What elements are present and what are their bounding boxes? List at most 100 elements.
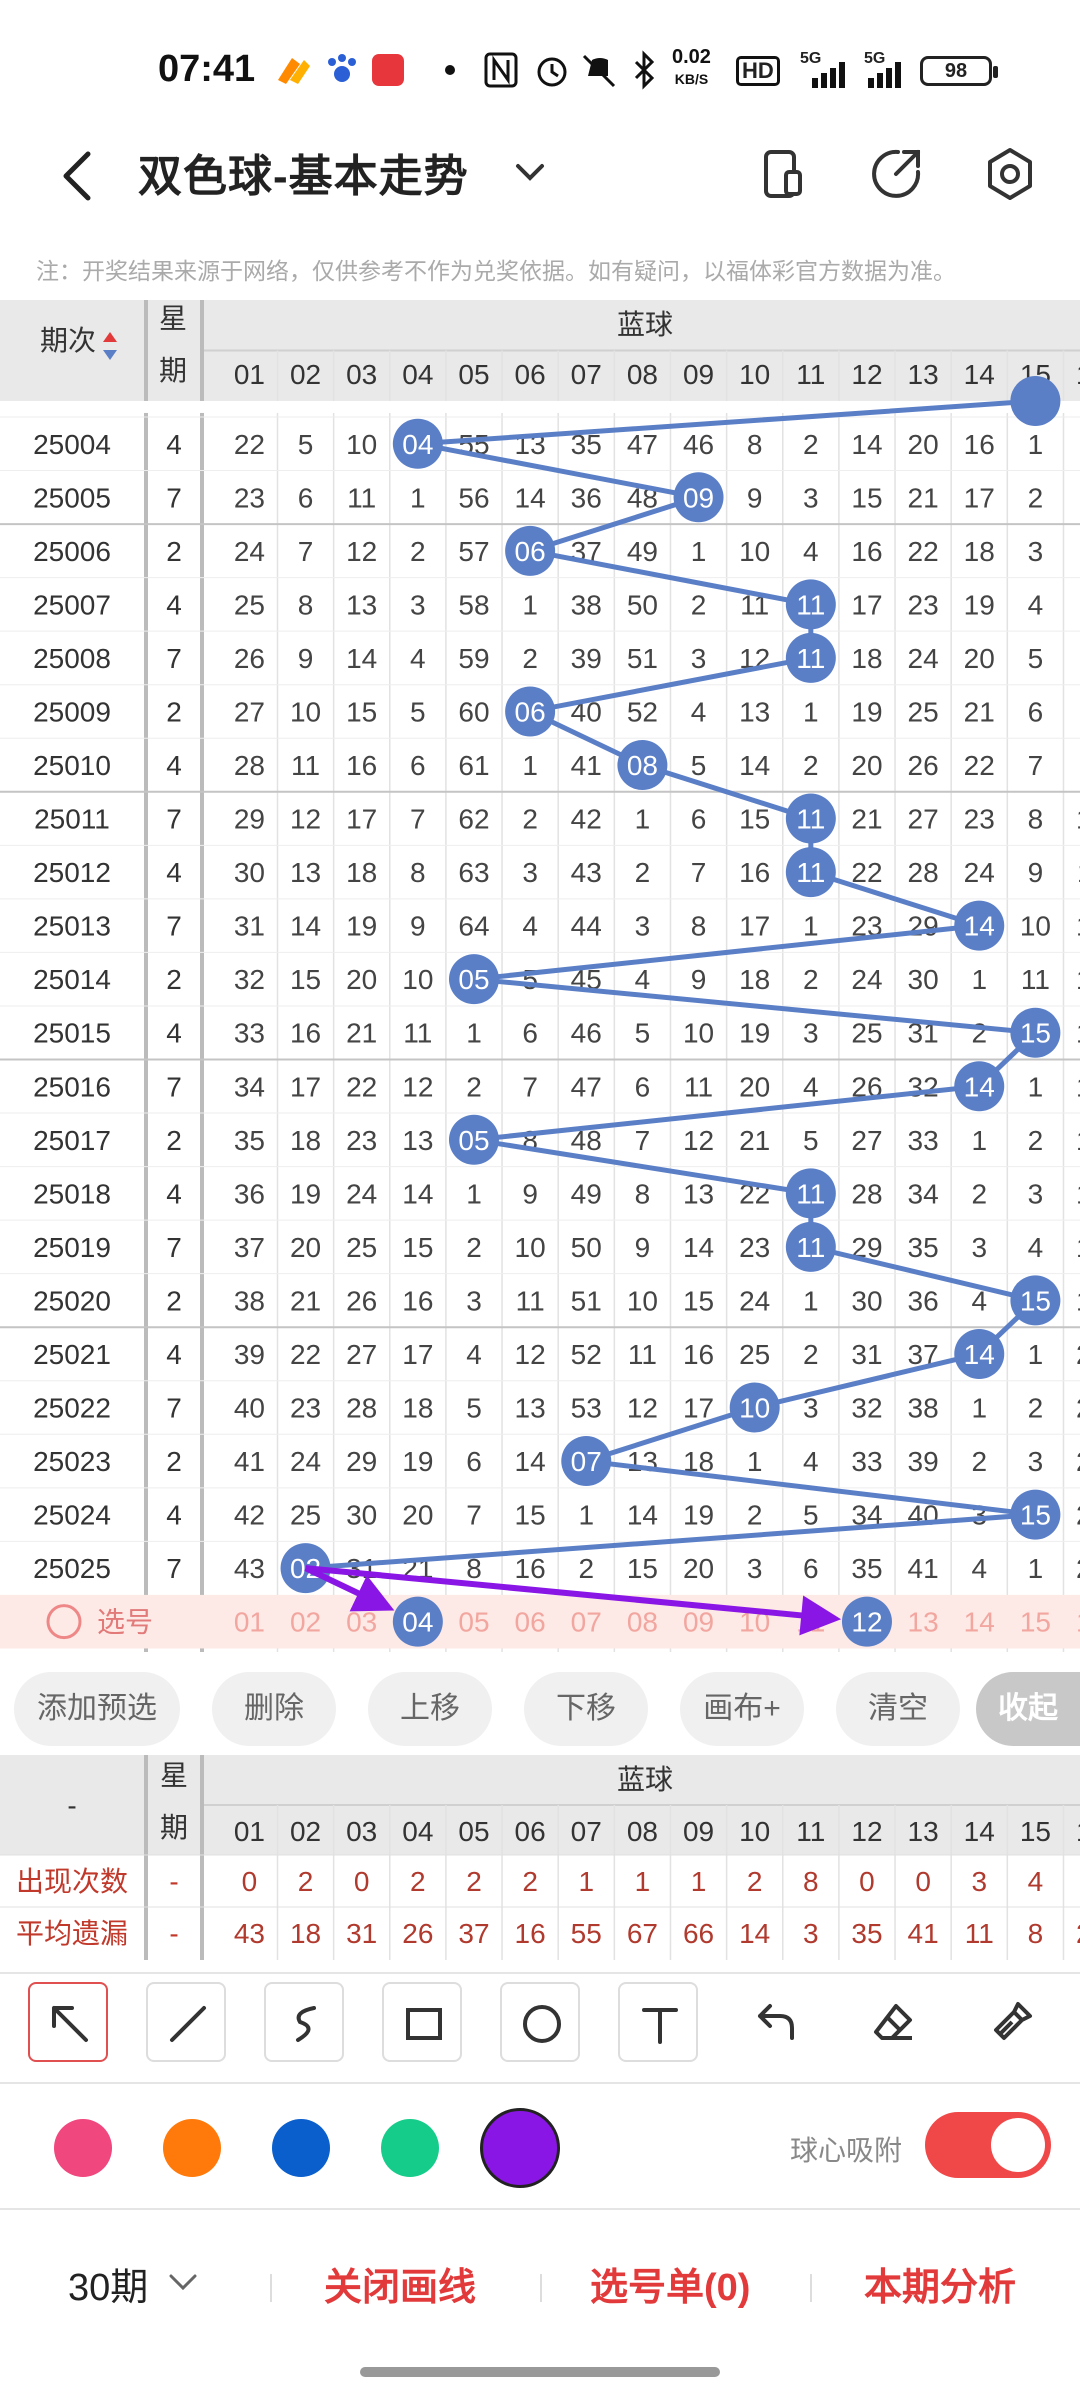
period-cell[interactable]: 25022 [33,1393,111,1424]
pick-number[interactable]: 07 [571,1607,602,1638]
period-cell[interactable]: 25016 [33,1071,111,1102]
arrow-tool-button[interactable] [28,1982,108,2062]
period-cell[interactable]: 25025 [33,1553,111,1584]
period-cell[interactable]: 25009 [33,696,111,727]
curve-tool-button[interactable] [264,1982,344,2062]
miss-count-cell: 41 [908,1553,939,1584]
stats-value-cell: 26 [402,1918,433,1949]
period-cell[interactable]: 25011 [34,804,110,835]
hit-ball-number: 09 [683,482,714,513]
add-preselect-button[interactable]: 添加预选 [14,1672,180,1746]
pick-number[interactable]: 03 [346,1607,377,1638]
eraser-button[interactable] [854,1982,934,2062]
week-cell: 2 [166,536,182,567]
period-cell[interactable]: 25008 [33,643,111,674]
color-swatch-purple-selected[interactable] [480,2108,560,2188]
settings-icon[interactable] [980,144,1040,204]
color-swatch-blue[interactable] [272,2119,330,2177]
miss-count-cell: 27 [908,804,939,835]
miss-count-cell: 20 [1076,1339,1080,1370]
period-cell[interactable]: 25018 [33,1178,111,1209]
period-cell[interactable]: 25020 [33,1285,111,1316]
chevron-down-icon[interactable] [165,2268,201,2298]
share-icon[interactable] [866,144,926,204]
week-cell: 2 [166,964,182,995]
pick-ball-number[interactable]: 04 [402,1607,433,1638]
period-cell[interactable]: 25007 [33,589,111,620]
home-indicator[interactable] [360,2367,720,2377]
ball-snap-toggle[interactable] [925,2112,1051,2178]
period-analysis-button[interactable]: 本期分析 [864,2256,1016,2311]
period-cell[interactable]: 25017 [33,1125,111,1156]
pick-row-label[interactable]: 选号 [97,1607,153,1638]
chevron-down-icon[interactable] [510,152,550,192]
pick-number[interactable]: 09 [683,1607,714,1638]
stats-number-header-11: 11 [796,1816,825,1847]
delete-button[interactable]: 删除 [212,1672,336,1746]
close-drawing-button[interactable]: 关闭画线 [324,2256,476,2311]
pick-number[interactable]: 15 [1020,1607,1051,1638]
period-cell[interactable]: 25013 [33,911,111,942]
miss-count-cell: 22 [1076,1446,1080,1477]
miss-count-cell: 17 [683,1393,714,1424]
period-cell[interactable]: 25021 [33,1339,111,1370]
miss-count-cell: 25 [739,1339,770,1370]
phone-layout-icon[interactable] [752,144,812,204]
text-tool-button[interactable] [618,1982,698,2062]
pick-number[interactable]: 14 [964,1607,995,1638]
hit-ball[interactable] [1010,376,1061,426]
pick-number[interactable]: 13 [908,1607,939,1638]
miss-count-cell: 24 [964,857,995,888]
period-cell[interactable]: 25010 [33,750,111,781]
miss-count-cell: 36 [908,1285,939,1316]
period-cell[interactable]: 25005 [33,482,111,513]
period-cell[interactable]: 25006 [33,536,111,567]
pick-ball-number[interactable]: 12 [851,1607,882,1638]
miss-count-cell: 49 [571,1178,602,1209]
miss-count-cell: 1 [803,1285,819,1316]
miss-count-cell: 24 [234,536,265,567]
page-title[interactable]: 双色球-基本走势 [138,140,469,204]
trend-table[interactable]: 期次星期蓝球0102030405060708091011121314151625… [0,300,1080,1652]
pick-list-button[interactable]: 选号单(0) [590,2256,750,2311]
collapse-button[interactable]: 收起 [976,1672,1080,1746]
pick-number[interactable]: 05 [458,1607,489,1638]
color-swatch-orange[interactable] [163,2119,221,2177]
move-down-button[interactable]: 下移 [524,1672,648,1746]
line-tool-button[interactable] [146,1982,226,2062]
miss-count-cell: 10 [1076,804,1080,835]
move-up-button[interactable]: 上移 [368,1672,492,1746]
stats-number-header-02: 02 [290,1816,321,1847]
period-cell[interactable]: 25015 [33,1018,111,1049]
pick-number[interactable]: 08 [627,1607,658,1638]
miss-count-cell: 8 [747,429,763,460]
miss-count-cell: 31 [346,1553,377,1584]
rect-tool-button[interactable] [382,1982,462,2062]
stats-value-cell: 35 [851,1918,882,1949]
color-swatch-green[interactable] [381,2119,439,2177]
period-column-header[interactable]: 期次 [40,325,96,356]
circle-tool-button[interactable] [500,1982,580,2062]
stats-value-cell: 8 [1028,1918,1044,1949]
period-cell[interactable]: 25019 [33,1232,111,1263]
miss-count-cell: 11 [628,1339,657,1370]
pick-number[interactable]: 06 [515,1607,546,1638]
clear-brush-button[interactable] [972,1982,1052,2062]
stats-row-label: 平均遗漏 [16,1918,128,1949]
hit-ball-number: 14 [964,1071,995,1102]
clear-button[interactable]: 清空 [836,1672,960,1746]
pick-number[interactable]: 02 [290,1607,321,1638]
pick-number[interactable]: 01 [234,1607,265,1638]
color-swatch-pink[interactable] [54,2119,112,2177]
back-icon[interactable] [50,140,110,210]
period-cell[interactable]: 25024 [33,1500,111,1531]
circle-tool-icon [523,2005,561,2043]
period-cell[interactable]: 25012 [33,857,111,888]
period-selector[interactable]: 30期 [68,2256,148,2311]
period-cell[interactable]: 25014 [33,964,111,995]
undo-button[interactable] [736,1982,816,2062]
canvas-plus-button[interactable]: 画布+ [680,1672,804,1746]
period-cell[interactable]: 25023 [33,1446,111,1477]
period-cell[interactable]: 25004 [33,429,111,460]
pick-number[interactable]: 16 [1076,1607,1080,1638]
